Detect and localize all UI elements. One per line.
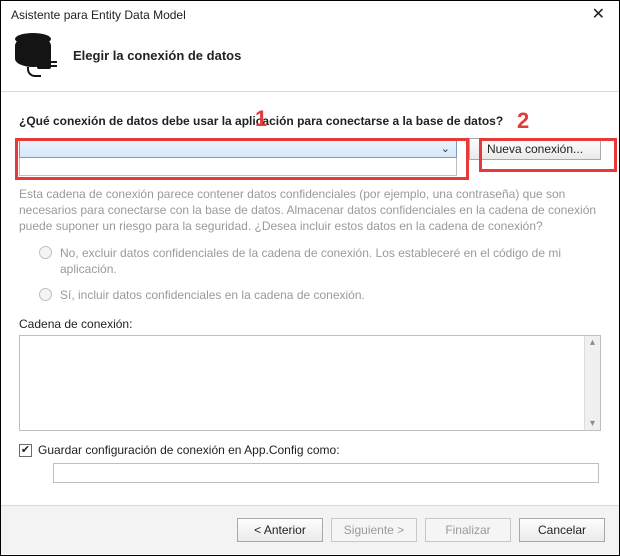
cancel-button[interactable]: Cancelar [519,518,605,542]
save-config-checkbox[interactable]: ✔ [19,444,32,457]
callout-2: 2 [517,108,529,134]
scrollbar[interactable]: ▴ ▾ [584,336,600,430]
scroll-up-icon[interactable]: ▴ [590,336,595,349]
connection-question-label: ¿Qué conexión de datos debe usar la apli… [19,114,601,128]
database-plug-icon [13,33,57,77]
window-title: Asistente para Entity Data Model [11,8,186,22]
radio-include-sensitive [39,288,52,301]
save-config-label: Guardar configuración de conexión en App… [38,443,340,457]
wizard-step-title: Elegir la conexión de datos [73,48,241,63]
scroll-down-icon[interactable]: ▾ [590,417,595,430]
wizard-button-row: < Anterior Siguiente > Finalizar Cancela… [1,506,619,554]
radio-include-label: Sí, incluir datos confidenciales en la c… [60,287,365,303]
chevron-down-icon: ⌄ [441,142,450,155]
connection-dropdown-extra [19,158,457,176]
sensitive-data-warning: Esta cadena de conexión parece contener … [19,186,601,235]
new-connection-button[interactable]: Nueva conexión... [469,138,601,160]
wizard-content: 1 2 ¿Qué conexión de datos debe usar la … [1,92,619,491]
title-bar: Asistente para Entity Data Model ✕ [1,1,619,27]
radio-exclude-sensitive [39,246,52,259]
radio-exclude-label: No, excluir datos confidenciales de la c… [60,245,580,277]
close-icon[interactable]: ✕ [588,7,609,23]
connection-string-textarea[interactable]: ▴ ▾ [19,335,601,431]
next-button: Siguiente > [331,518,417,542]
connection-dropdown[interactable]: ⌄ [19,138,457,158]
config-name-input[interactable] [53,463,599,483]
finish-button: Finalizar [425,518,511,542]
connection-string-label: Cadena de conexión: [19,317,601,331]
callout-1: 1 [255,106,267,132]
back-button[interactable]: < Anterior [237,518,323,542]
wizard-header: Elegir la conexión de datos [1,27,619,91]
